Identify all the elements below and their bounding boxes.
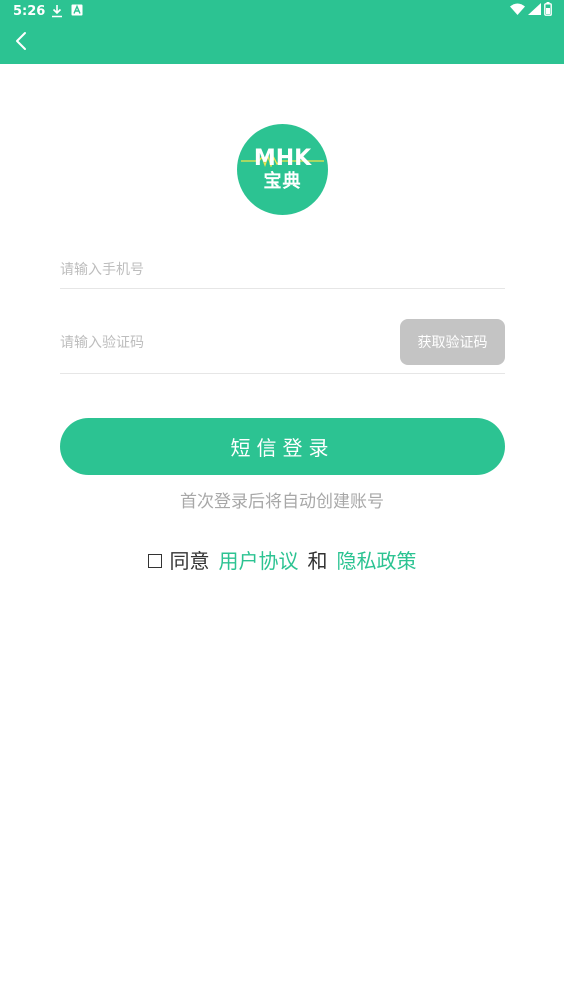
battery-icon — [544, 2, 552, 20]
agree-label: 同意 — [169, 549, 210, 573]
logo-text-mhk: MHK — [253, 145, 312, 171]
a-icon — [71, 4, 85, 18]
status-right-icons — [510, 2, 552, 20]
agreement-row: 同意 用户协议 和 隐私政策 — [0, 545, 564, 574]
phone-field-container — [60, 256, 505, 289]
agree-checkbox[interactable] — [147, 554, 162, 568]
user-agreement-link[interactable]: 用户协议 — [219, 545, 299, 574]
phone-input[interactable] — [60, 258, 360, 282]
code-field-container: 获取验证码 — [60, 318, 505, 374]
wifi-icon — [510, 3, 525, 19]
chevron-left-icon — [14, 31, 28, 55]
status-bar: 5:26 — [0, 0, 564, 24]
get-code-button[interactable]: 获取验证码 — [400, 319, 505, 365]
and-text: 和 — [307, 549, 328, 573]
auto-create-hint: 首次登录后将自动创建账号 — [180, 492, 384, 512]
back-button[interactable] — [8, 30, 34, 56]
sms-login-button[interactable]: 短信登录 — [60, 418, 505, 475]
app-logo: MHK 宝典 — [237, 124, 328, 215]
status-time: 5:26 — [13, 4, 46, 19]
privacy-policy-link[interactable]: 隐私政策 — [337, 545, 417, 574]
logo-text-baodian: 宝典 — [263, 170, 302, 192]
signal-icon — [528, 3, 541, 19]
download-icon — [50, 4, 64, 18]
app-header: 5:26 — [0, 0, 564, 64]
verification-code-input[interactable] — [60, 331, 360, 355]
